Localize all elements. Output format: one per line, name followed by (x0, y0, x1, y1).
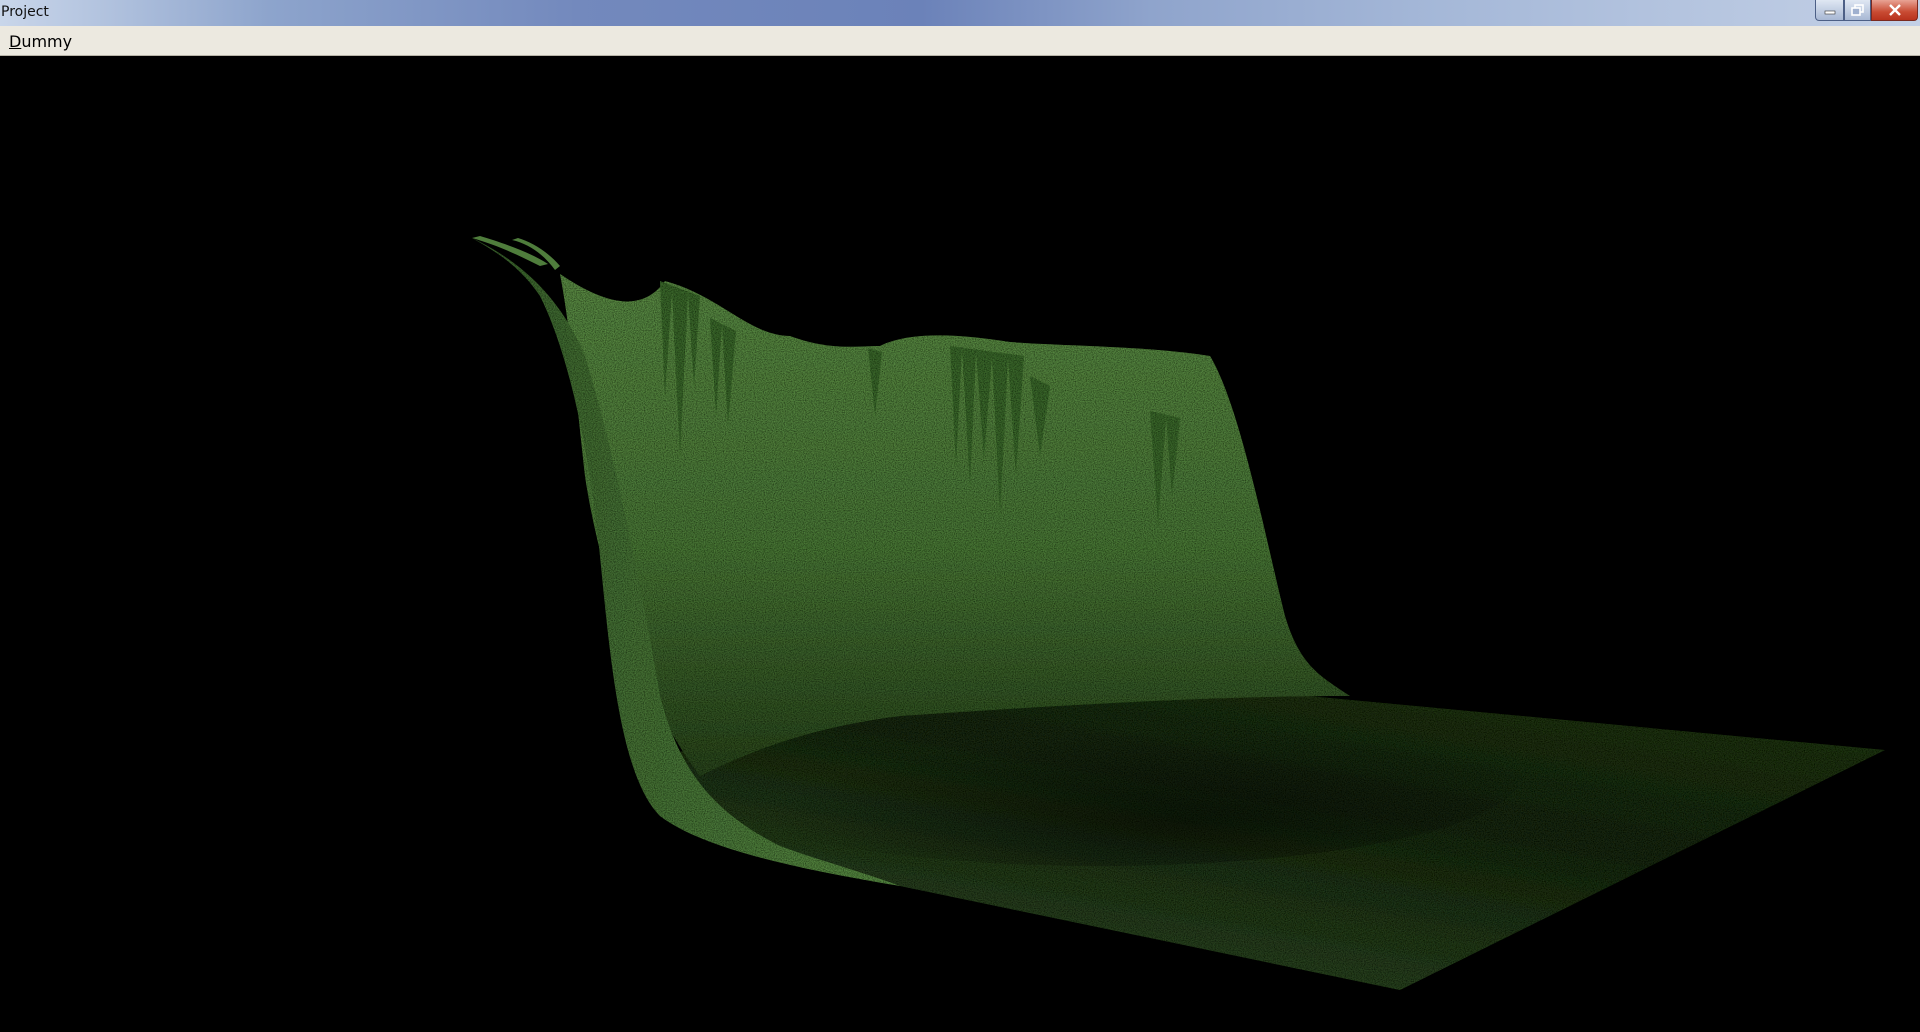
render-viewport[interactable] (0, 56, 1920, 1032)
terrain-shadow (680, 686, 1520, 866)
restore-button[interactable] (1844, 0, 1871, 21)
restore-icon (1850, 4, 1864, 16)
minimize-button[interactable] (1815, 0, 1844, 21)
window-controls (1815, 0, 1918, 22)
menu-dummy-accelerator: D (9, 32, 22, 51)
minimize-icon (1824, 10, 1835, 15)
menu-dummy-label: ummy (21, 32, 73, 51)
menubar: Dummy (0, 26, 1920, 56)
terrain-render (472, 236, 1885, 990)
menu-dummy[interactable]: Dummy (9, 32, 72, 51)
close-icon (1888, 4, 1901, 16)
window-title: Project (1, 4, 49, 20)
window-titlebar[interactable]: Project (0, 0, 1920, 26)
close-button[interactable] (1871, 0, 1918, 21)
